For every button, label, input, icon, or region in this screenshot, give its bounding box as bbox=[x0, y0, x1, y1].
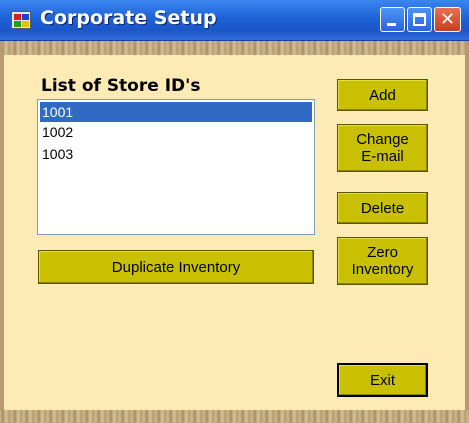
frame-left bbox=[0, 41, 4, 423]
maximize-icon bbox=[413, 13, 426, 26]
store-id-listbox[interactable]: 1001 1002 1003 bbox=[37, 99, 315, 235]
store-list-label: List of Store ID's bbox=[41, 76, 201, 96]
window-title: Corporate Setup bbox=[40, 7, 217, 29]
duplicate-inventory-button-label: Duplicate Inventory bbox=[111, 258, 241, 276]
exit-button[interactable]: Exit bbox=[337, 363, 428, 397]
add-button[interactable]: Add bbox=[337, 79, 428, 111]
title-bar[interactable]: Corporate Setup ✕ bbox=[0, 0, 469, 41]
change-email-button[interactable]: Change E-mail bbox=[337, 124, 428, 172]
add-button-label: Add bbox=[369, 86, 396, 104]
frame-texture-top bbox=[0, 41, 469, 55]
list-item[interactable]: 1001 bbox=[40, 102, 312, 122]
minimize-button[interactable] bbox=[380, 7, 405, 32]
zero-inventory-button-label: Zero Inventory bbox=[351, 244, 414, 278]
corporate-setup-window: Corporate Setup ✕ List of Store ID's 100… bbox=[0, 0, 469, 423]
duplicate-inventory-button[interactable]: Duplicate Inventory bbox=[38, 250, 314, 284]
minimize-icon bbox=[387, 23, 396, 26]
list-item[interactable]: 1002 bbox=[40, 122, 312, 142]
frame-texture-bottom bbox=[0, 410, 469, 423]
change-email-button-label: Change E-mail bbox=[356, 131, 409, 165]
zero-inventory-button[interactable]: Zero Inventory bbox=[337, 237, 428, 285]
list-item[interactable]: 1003 bbox=[40, 144, 312, 164]
delete-button-label: Delete bbox=[360, 199, 405, 217]
exit-button-label: Exit bbox=[369, 371, 395, 389]
frame-right bbox=[465, 41, 469, 423]
close-icon: ✕ bbox=[439, 9, 456, 30]
close-button[interactable]: ✕ bbox=[434, 7, 461, 32]
delete-button[interactable]: Delete bbox=[337, 192, 428, 224]
maximize-button[interactable] bbox=[407, 7, 432, 32]
app-icon[interactable] bbox=[11, 11, 31, 29]
